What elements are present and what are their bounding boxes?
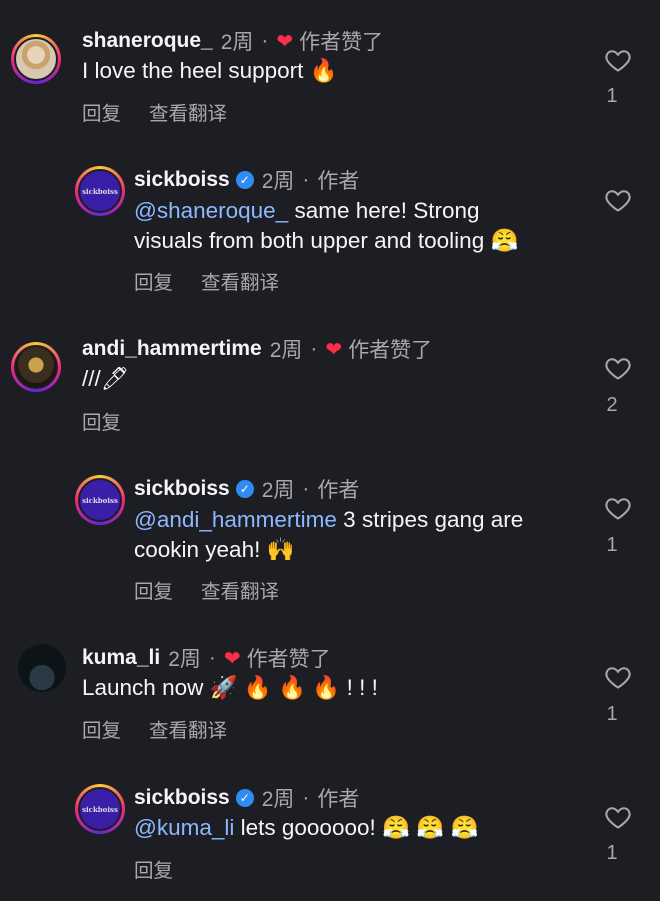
heart-outline-icon[interactable] — [604, 46, 632, 74]
separator-dot: · — [310, 337, 318, 360]
text-line-1: 3 stripes gang are — [336, 507, 524, 532]
heart-outline-icon[interactable] — [604, 354, 632, 382]
timestamp: 2周 — [261, 170, 295, 193]
username[interactable]: sickboiss — [134, 168, 230, 192]
timestamp: 2周 — [269, 339, 303, 362]
like-count: 2 — [606, 394, 618, 416]
comment-text: @shaneroque_ same here! Strong visuals f… — [134, 196, 594, 256]
avatar[interactable] — [11, 34, 61, 84]
like-count: 1 — [606, 842, 618, 864]
avatar[interactable]: sickboiss — [75, 784, 125, 834]
reply-button[interactable]: 回复 — [82, 714, 121, 743]
text-line-2: visuals from both upper and tooling 😤 — [134, 228, 519, 253]
heart-filled-icon: ❤ — [223, 647, 241, 670]
author-label: 作者 — [317, 170, 360, 193]
author-label: 作者 — [317, 788, 360, 811]
username[interactable]: sickboiss — [134, 477, 230, 501]
heart-outline-icon[interactable] — [604, 494, 632, 522]
avatar-text: sickboiss — [78, 787, 122, 831]
author-label: 作者 — [317, 479, 360, 502]
text-line-1: lets goooooo! 😤 😤 😤 — [234, 815, 479, 840]
timestamp: 2周 — [261, 479, 295, 502]
avatar[interactable] — [18, 644, 66, 692]
mention-link[interactable]: @andi_hammertime — [134, 507, 337, 532]
comment-text: Launch now 🚀 🔥 🔥 🔥 ! ! ! — [82, 675, 378, 700]
verified-badge-icon: ✓ — [235, 480, 254, 498]
username[interactable]: kuma_li — [82, 646, 160, 670]
verified-badge-icon: ✓ — [235, 171, 254, 189]
translate-button[interactable]: 查看翻译 — [201, 575, 279, 604]
separator-dot: · — [302, 168, 310, 191]
separator-dot: · — [208, 646, 216, 669]
separator-dot: · — [302, 786, 310, 809]
heart-filled-icon: ❤ — [325, 338, 343, 361]
text-line-1: same here! Strong — [288, 198, 480, 223]
comment-text: @andi_hammertime 3 stripes gang are cook… — [134, 505, 594, 565]
like-count: 1 — [606, 703, 618, 725]
separator-dot: · — [302, 477, 310, 500]
heart-outline-icon[interactable] — [604, 186, 632, 214]
text-line-2: cookin yeah! 🙌 — [134, 537, 295, 562]
author-liked-label: 作者赞了 — [246, 648, 331, 671]
timestamp: 2周 — [220, 31, 254, 54]
reply-button[interactable]: 回复 — [134, 266, 173, 295]
mention-link[interactable]: @kuma_li — [134, 815, 234, 840]
timestamp: 2周 — [261, 788, 295, 811]
avatar-text: sickboiss — [78, 169, 122, 213]
avatar[interactable] — [11, 342, 61, 392]
avatar[interactable]: sickboiss — [75, 475, 125, 525]
heart-outline-icon[interactable] — [604, 663, 632, 691]
author-liked-label: 作者赞了 — [348, 339, 433, 362]
reply-button[interactable]: 回复 — [82, 406, 121, 435]
mention-link[interactable]: @shaneroque_ — [134, 198, 288, 223]
translate-button[interactable]: 查看翻译 — [149, 97, 227, 126]
heart-filled-icon: ❤ — [276, 30, 294, 53]
translate-button[interactable]: 查看翻译 — [149, 714, 227, 743]
reply-button[interactable]: 回复 — [134, 575, 173, 604]
like-count: 1 — [606, 534, 618, 556]
comment-text: I love the heel support 🔥 — [82, 58, 338, 83]
reply-button[interactable]: 回复 — [82, 97, 121, 126]
username[interactable]: andi_hammertime — [82, 337, 262, 361]
reply-button[interactable]: 回复 — [134, 854, 173, 883]
username[interactable]: sickboiss — [134, 786, 230, 810]
username[interactable]: shaneroque_ — [82, 29, 213, 53]
translate-button[interactable]: 查看翻译 — [201, 266, 279, 295]
avatar-text: sickboiss — [78, 478, 122, 522]
author-liked-label: 作者赞了 — [299, 31, 384, 54]
avatar[interactable]: sickboiss — [75, 166, 125, 216]
like-count: 1 — [606, 85, 618, 107]
separator-dot: · — [261, 29, 269, 52]
timestamp: 2周 — [168, 648, 201, 671]
comment-text: ///🖊 — [82, 366, 130, 391]
heart-outline-icon[interactable] — [604, 803, 632, 831]
verified-badge-icon: ✓ — [235, 789, 254, 807]
comment-text: @kuma_li lets goooooo! 😤 😤 😤 — [134, 813, 594, 843]
